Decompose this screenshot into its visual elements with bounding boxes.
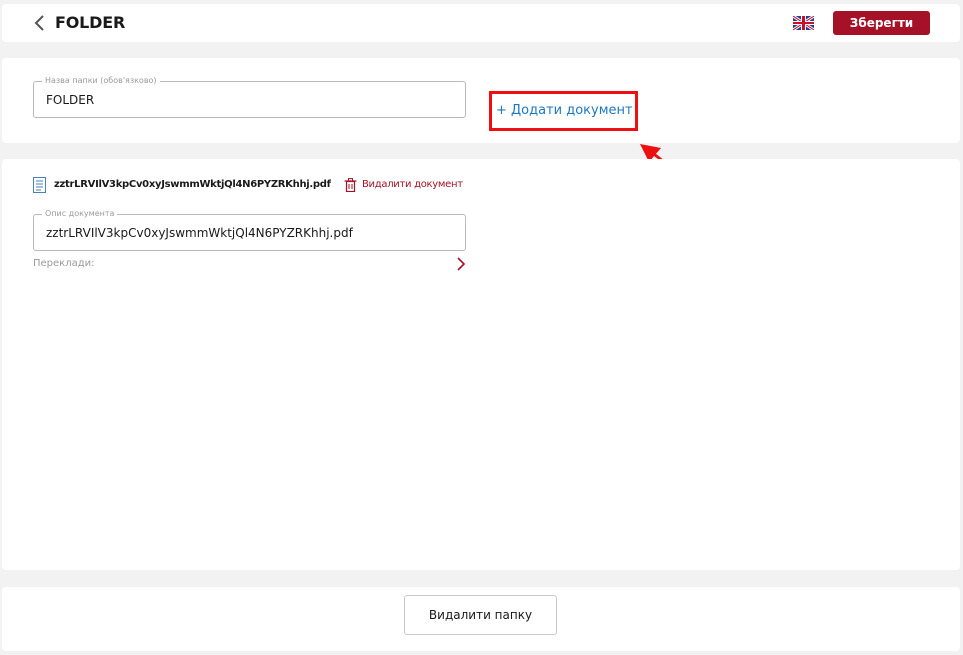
document-description-field[interactable]: Опис документа [33,209,466,251]
add-document-highlight: + Додати документ [489,91,638,131]
document-description-input[interactable] [46,226,446,240]
document-card: zztrLRVIlV3kpCv0xyJswmmWktjQl4N6PYZRKhhj… [2,159,960,570]
folder-name-label: Назва папки (обов'язково) [42,76,160,86]
document-description-label: Опис документа [42,209,118,219]
save-button[interactable]: Зберегти [833,11,930,35]
uk-flag-icon[interactable] [793,16,814,30]
trash-icon[interactable] [344,178,357,192]
add-document-link[interactable]: + Додати документ [496,103,633,118]
header-bar: FOLDER Зберегти [2,4,960,42]
delete-document-link[interactable]: Видалити документ [362,179,463,190]
chevron-right-icon[interactable] [456,256,466,272]
translations-label: Переклади: [33,258,95,269]
footer-bar: Видалити папку [2,587,960,651]
document-file-icon [33,177,46,193]
page-title: FOLDER [55,13,126,32]
folder-name-field[interactable]: Назва папки (обов'язково) [33,76,466,118]
folder-name-input[interactable] [46,93,446,107]
delete-folder-button[interactable]: Видалити папку [404,595,557,635]
folder-settings-card: Назва папки (обов'язково) + Додати докум… [2,58,960,143]
document-filename: zztrLRVIlV3kpCv0xyJswmmWktjQl4N6PYZRKhhj… [54,179,331,190]
chevron-left-icon[interactable] [32,13,48,33]
